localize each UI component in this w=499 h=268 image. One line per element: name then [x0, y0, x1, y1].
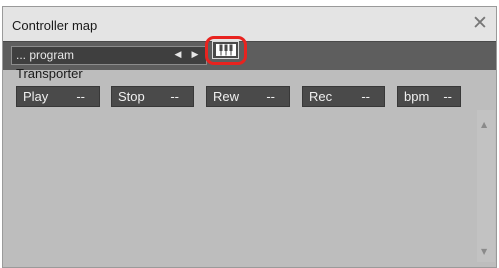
close-icon[interactable]: ✕ [470, 13, 490, 33]
keyboard-map-button[interactable] [212, 41, 239, 59]
scroll-up-icon[interactable]: ▲ [481, 120, 487, 129]
transporter-label: Transporter [16, 66, 83, 81]
piano-keyboard-icon [215, 44, 236, 56]
control-name: Play [23, 89, 49, 104]
control-value: -- [76, 89, 85, 104]
vertical-scrollbar[interactable]: ▲ ▼ [477, 110, 495, 262]
previous-program-icon[interactable]: ◀ [172, 47, 184, 64]
bpm-control[interactable]: bpm -- [397, 86, 461, 107]
rec-control[interactable]: Rec -- [302, 86, 385, 107]
stop-control[interactable]: Stop -- [111, 86, 194, 107]
control-value: -- [266, 89, 275, 104]
title-bar: Controller map ✕ [3, 7, 496, 41]
scroll-down-icon[interactable]: ▼ [481, 247, 487, 256]
control-name: Rec [309, 89, 333, 104]
mapping-content-area [11, 110, 477, 262]
control-name: bpm [404, 89, 430, 104]
rew-control[interactable]: Rew -- [206, 86, 290, 107]
program-value: ... program [16, 48, 75, 62]
window-title: Controller map [12, 18, 98, 33]
next-program-icon[interactable]: ▶ [189, 47, 201, 64]
play-control[interactable]: Play -- [16, 86, 100, 107]
control-name: Rew [213, 89, 240, 104]
control-value: -- [361, 89, 370, 104]
program-select[interactable]: ... program ◀ ▶ [11, 46, 207, 65]
control-value: -- [170, 89, 179, 104]
control-value: -- [443, 89, 452, 104]
control-name: Stop [118, 89, 145, 104]
